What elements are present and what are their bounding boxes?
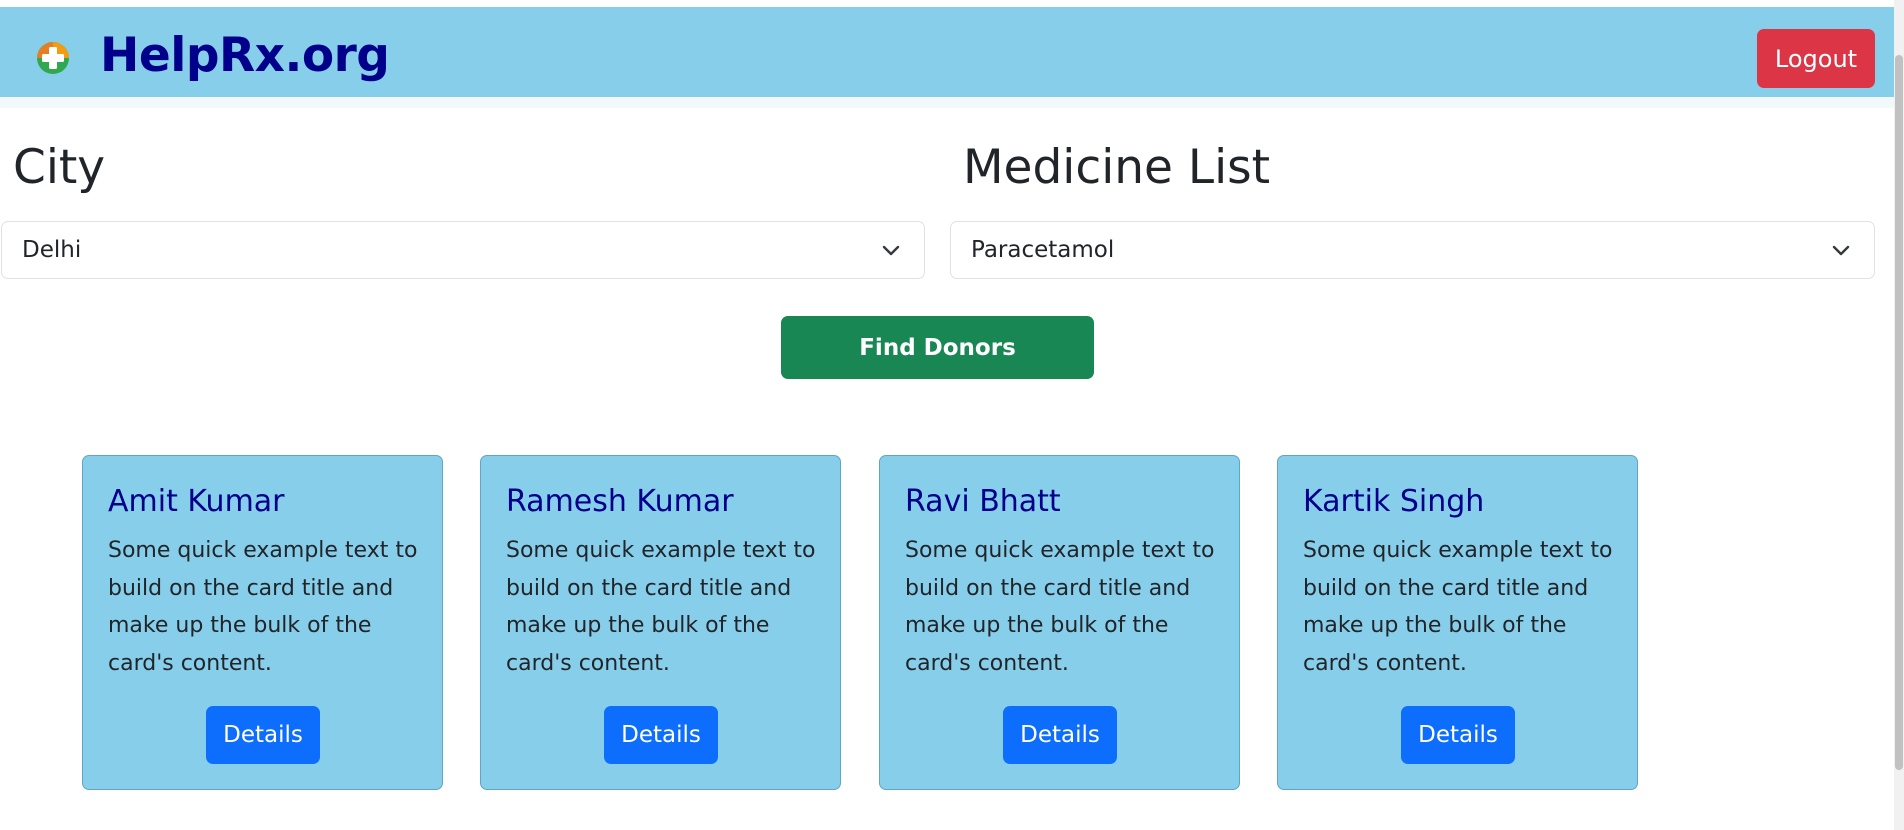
donor-card: Amit Kumar Some quick example text to bu… bbox=[82, 455, 443, 790]
find-donors-button[interactable]: Find Donors bbox=[781, 316, 1094, 379]
medicine-list-heading: Medicine List bbox=[963, 140, 1271, 195]
donor-name: Ramesh Kumar bbox=[506, 484, 734, 519]
navbar: HelpRx.org Logout bbox=[0, 7, 1894, 97]
brand-name[interactable]: HelpRx.org bbox=[100, 25, 390, 87]
scrollbar-thumb[interactable] bbox=[1895, 55, 1903, 770]
city-heading: City bbox=[13, 140, 106, 195]
page: HelpRx.org Logout City Medicine List Del… bbox=[0, 0, 1904, 830]
logout-button[interactable]: Logout bbox=[1757, 29, 1875, 88]
donor-name: Kartik Singh bbox=[1303, 484, 1485, 519]
details-button[interactable]: Details bbox=[604, 706, 718, 764]
details-button[interactable]: Details bbox=[1401, 706, 1515, 764]
donor-name: Amit Kumar bbox=[108, 484, 285, 519]
navbar-shadow bbox=[0, 97, 1894, 108]
city-select[interactable]: Delhi bbox=[1, 221, 925, 279]
details-button[interactable]: Details bbox=[1003, 706, 1117, 764]
chevron-down-icon bbox=[1830, 239, 1852, 261]
donor-description: Some quick example text to build on the … bbox=[506, 538, 816, 676]
donor-description: Some quick example text to build on the … bbox=[905, 538, 1215, 676]
medicine-select[interactable]: Paracetamol bbox=[950, 221, 1875, 279]
medicine-select-value: Paracetamol bbox=[971, 237, 1115, 263]
donor-card: Ravi Bhatt Some quick example text to bu… bbox=[879, 455, 1240, 790]
donor-name: Ravi Bhatt bbox=[905, 484, 1061, 519]
chevron-down-icon bbox=[880, 239, 902, 261]
donor-description: Some quick example text to build on the … bbox=[1303, 538, 1613, 676]
donor-card: Kartik Singh Some quick example text to … bbox=[1277, 455, 1638, 790]
details-button[interactable]: Details bbox=[206, 706, 320, 764]
donor-description: Some quick example text to build on the … bbox=[108, 538, 418, 676]
donor-card: Ramesh Kumar Some quick example text to … bbox=[480, 455, 841, 790]
top-strip bbox=[0, 0, 1894, 7]
city-select-value: Delhi bbox=[22, 237, 82, 263]
medical-cross-icon bbox=[36, 41, 70, 75]
